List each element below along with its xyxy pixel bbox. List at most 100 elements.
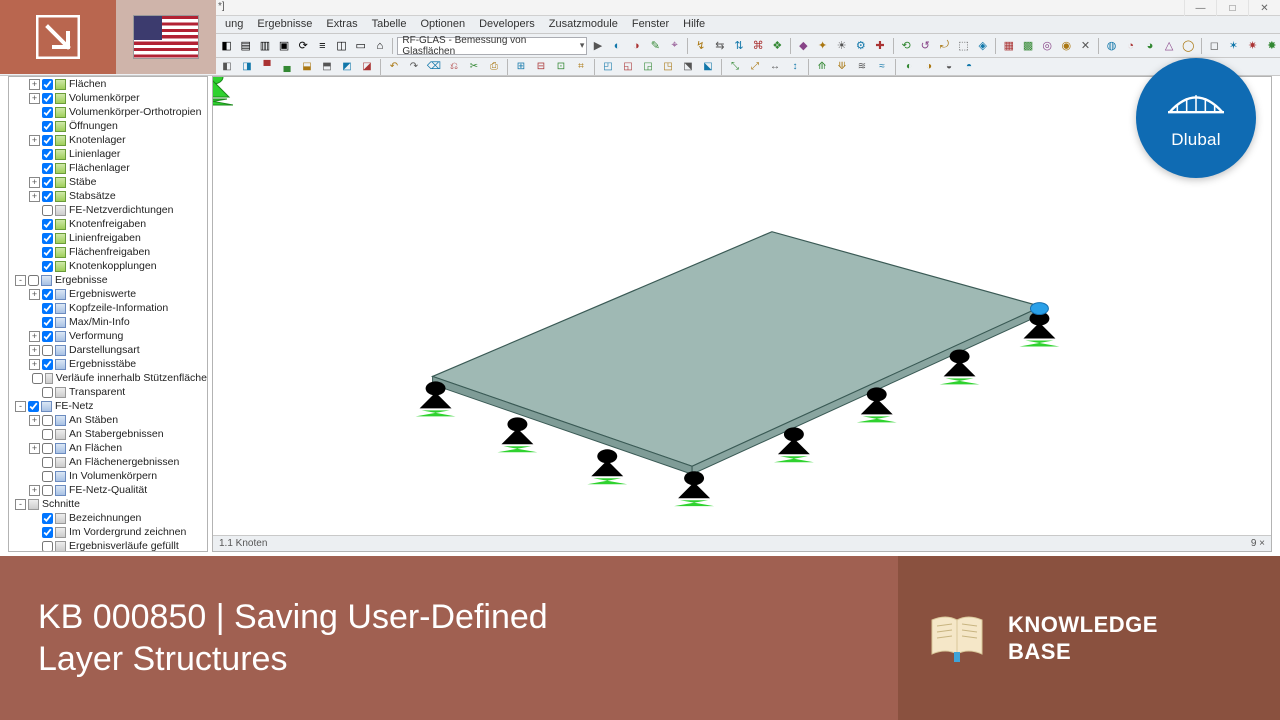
toolbar-button-b26[interactable]: ◔ — [1122, 37, 1139, 55]
menu-hilfe[interactable]: Hilfe — [676, 16, 712, 33]
toolbar-button-b3[interactable]: ✎ — [647, 37, 664, 55]
tree-checkbox[interactable] — [42, 429, 53, 440]
toolbar2-button-2[interactable]: ▀ — [258, 58, 276, 76]
model-viewport[interactable]: 1.1 Knoten 9 × — [212, 76, 1272, 552]
toolbar-button-b10[interactable]: ◆ — [795, 37, 812, 55]
toolbar2-button-17[interactable]: ⊟ — [532, 58, 550, 76]
tree-checkbox[interactable] — [42, 541, 53, 552]
tree-twisty-icon[interactable]: + — [29, 135, 40, 146]
toolbar-button-7[interactable]: ▭ — [352, 37, 369, 55]
tree-checkbox[interactable] — [42, 107, 53, 118]
tree-item-17[interactable]: Max/Min-Info — [9, 315, 207, 329]
toolbar-button-b5[interactable]: ↯ — [692, 37, 709, 55]
toolbar2-button-12[interactable]: ⎌ — [445, 58, 463, 76]
toolbar2-button-26[interactable]: ⬕ — [699, 58, 717, 76]
tree-checkbox[interactable] — [42, 317, 53, 328]
toolbar-button-b18[interactable]: ⬚ — [955, 37, 972, 55]
window-minimize-button[interactable]: — — [1184, 0, 1216, 16]
tree-checkbox[interactable] — [42, 345, 53, 356]
toolbar-button-b17[interactable]: ⤾ — [936, 37, 953, 55]
toolbar-button-2[interactable]: ▥ — [256, 37, 273, 55]
tree-item-16[interactable]: Kopfzeile-Information — [9, 301, 207, 315]
tree-item-31[interactable]: Bezeichnungen — [9, 511, 207, 525]
tree-twisty-icon[interactable]: + — [29, 289, 40, 300]
tree-checkbox[interactable] — [42, 191, 53, 202]
toolbar-button-b6[interactable]: ⇆ — [711, 37, 728, 55]
toolbar-button-b19[interactable]: ◈ — [974, 37, 991, 55]
toolbar2-button-35[interactable]: ≋ — [853, 58, 871, 76]
toolbar2-button-38[interactable]: ◐ — [900, 58, 918, 76]
tree-item-24[interactable]: +An Stäben — [9, 413, 207, 427]
tree-item-9[interactable]: FE-Netzverdichtungen — [9, 203, 207, 217]
toolbar-button-b13[interactable]: ⚙ — [852, 37, 869, 55]
tree-checkbox[interactable] — [42, 205, 53, 216]
tree-twisty-icon[interactable]: + — [29, 79, 40, 90]
tree-item-14[interactable]: -Ergebnisse — [9, 273, 207, 287]
tree-twisty-icon[interactable]: - — [15, 275, 26, 286]
tree-item-28[interactable]: In Volumenkörpern — [9, 469, 207, 483]
tree-checkbox[interactable] — [42, 527, 53, 538]
toolbar-button-b23[interactable]: ◉ — [1058, 37, 1075, 55]
toolbar-button-b24[interactable]: ✕ — [1077, 37, 1094, 55]
toolbar2-button-1[interactable]: ◨ — [238, 58, 256, 76]
tree-checkbox[interactable] — [42, 471, 53, 482]
tree-checkbox[interactable] — [42, 93, 53, 104]
toolbar2-button-24[interactable]: ◳ — [659, 58, 677, 76]
menu-ergebnisse[interactable]: Ergebnisse — [250, 16, 319, 33]
tree-checkbox[interactable] — [42, 121, 53, 132]
tree-item-2[interactable]: Volumenkörper-Orthotropien — [9, 105, 207, 119]
tree-item-4[interactable]: +Knotenlager — [9, 133, 207, 147]
tree-item-12[interactable]: Flächenfreigaben — [9, 245, 207, 259]
toolbar-button-b11[interactable]: ✦ — [814, 37, 831, 55]
tree-checkbox[interactable] — [32, 373, 43, 384]
tree-twisty-icon[interactable]: + — [29, 191, 40, 202]
toolbar2-button-10[interactable]: ↷ — [405, 58, 423, 76]
tree-checkbox[interactable] — [42, 331, 53, 342]
tree-item-18[interactable]: +Verformung — [9, 329, 207, 343]
tree-checkbox[interactable] — [42, 415, 53, 426]
toolbar-button-b7[interactable]: ⇅ — [730, 37, 747, 55]
menu-ung[interactable]: ung — [218, 16, 250, 33]
tree-checkbox[interactable] — [28, 401, 39, 412]
tree-checkbox[interactable] — [42, 443, 53, 454]
toolbar2-button-23[interactable]: ◲ — [639, 58, 657, 76]
tree-checkbox[interactable] — [42, 79, 53, 90]
tree-checkbox[interactable] — [42, 289, 53, 300]
tree-item-13[interactable]: Knotenkopplungen — [9, 259, 207, 273]
tree-item-30[interactable]: -Schnitte — [9, 497, 207, 511]
toolbar-button-b14[interactable]: ✚ — [871, 37, 888, 55]
toolbar2-button-31[interactable]: ↕ — [786, 58, 804, 76]
toolbar-button-b29[interactable]: ◯ — [1180, 37, 1197, 55]
tree-checkbox[interactable] — [42, 359, 53, 370]
tree-checkbox[interactable] — [42, 513, 53, 524]
toolbar2-button-13[interactable]: ✂ — [465, 58, 483, 76]
menu-optionen[interactable]: Optionen — [413, 16, 472, 33]
toolbar-button-b31[interactable]: ✶ — [1225, 37, 1242, 55]
toolbar2-button-19[interactable]: ⌗ — [572, 58, 590, 76]
menu-developers[interactable]: Developers — [472, 16, 542, 33]
toolbar-button-b28[interactable]: △ — [1160, 37, 1177, 55]
toolbar2-button-5[interactable]: ⬒ — [318, 58, 336, 76]
tree-checkbox[interactable] — [42, 149, 53, 160]
tree-item-29[interactable]: +FE-Netz-Qualität — [9, 483, 207, 497]
toolbar-button-b8[interactable]: ⌘ — [750, 37, 767, 55]
toolbar-button-6[interactable]: ◫ — [333, 37, 350, 55]
toolbar-button-b22[interactable]: ◎ — [1039, 37, 1056, 55]
tree-twisty-icon[interactable]: - — [15, 401, 26, 412]
toolbar-button-b1[interactable]: ◐ — [609, 37, 626, 55]
tree-checkbox[interactable] — [42, 387, 53, 398]
tree-item-6[interactable]: Flächenlager — [9, 161, 207, 175]
tree-item-26[interactable]: +An Flächen — [9, 441, 207, 455]
toolbar-button-b32[interactable]: ✷ — [1244, 37, 1261, 55]
tree-checkbox[interactable] — [42, 135, 53, 146]
tree-item-21[interactable]: Verläufe innerhalb Stützenfläche — [9, 371, 207, 385]
toolbar-button-5[interactable]: ≡ — [314, 37, 331, 55]
tree-item-11[interactable]: Linienfreigaben — [9, 231, 207, 245]
toolbar2-button-41[interactable]: ◓ — [960, 58, 978, 76]
tree-twisty-icon[interactable]: + — [29, 345, 40, 356]
menu-zusatzmodule[interactable]: Zusatzmodule — [542, 16, 625, 33]
toolbar2-button-0[interactable]: ◧ — [218, 58, 236, 76]
toolbar2-button-21[interactable]: ◰ — [599, 58, 617, 76]
toolbar2-button-16[interactable]: ⊞ — [512, 58, 530, 76]
tree-item-1[interactable]: +Volumenkörper — [9, 91, 207, 105]
